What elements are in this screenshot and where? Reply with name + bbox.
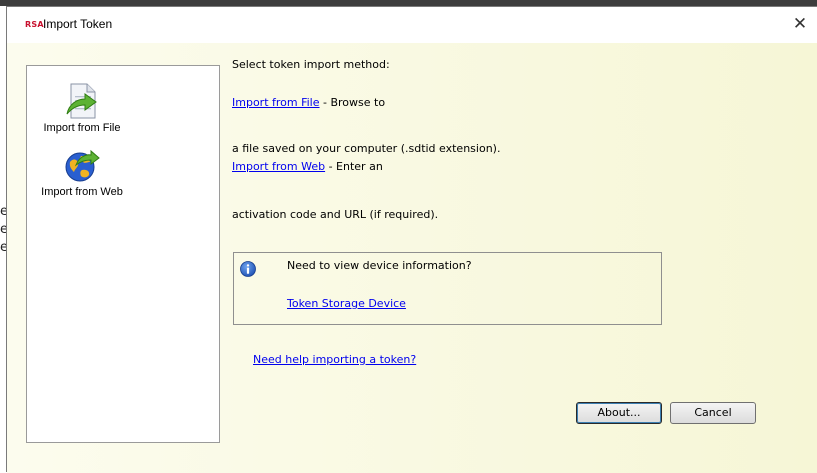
globe-arrow-icon — [65, 149, 100, 182]
token-storage-device-link[interactable]: Token Storage Device — [287, 297, 406, 310]
dialog-content: Import from File Import from Web Select … — [7, 43, 817, 473]
import-from-file-option[interactable]: Import from File — [27, 82, 137, 134]
cancel-button[interactable]: Cancel — [670, 402, 756, 424]
file-option-description: a file saved on your computer (.sdtid ex… — [232, 142, 501, 155]
document-arrow-icon — [66, 83, 97, 119]
import-from-file-link[interactable]: Import from File — [232, 96, 320, 109]
import-from-web-label: Import from Web — [41, 186, 123, 198]
device-info-box: Need to view device information? Token S… — [233, 252, 662, 325]
title-bar[interactable]: RSA Import Token ✕ — [7, 7, 817, 43]
import-from-web-link[interactable]: Import from Web — [232, 160, 325, 173]
web-option-line: Import from Web - Enter an — [232, 160, 383, 173]
import-token-dialog: RSA Import Token ✕ Import from File Impo… — [6, 6, 817, 473]
web-option-description: activation code and URL (if required). — [232, 208, 439, 221]
rsa-logo: RSA — [25, 20, 44, 29]
help-line: Need help importing a token? — [253, 353, 416, 366]
import-method-heading: Select token import method: — [232, 58, 390, 71]
info-icon — [240, 261, 256, 277]
about-button[interactable]: About... — [576, 402, 662, 424]
import-from-web-option[interactable]: Import from Web — [27, 148, 137, 198]
file-option-suffix: - Browse to — [319, 96, 386, 109]
device-info-question: Need to view device information? — [287, 259, 472, 272]
device-info-line: Token Storage Device — [287, 297, 406, 310]
file-option-line: Import from File - Browse to — [232, 96, 385, 109]
web-option-suffix: - Enter an — [325, 160, 383, 173]
import-method-panel: Import from File Import from Web — [26, 65, 220, 443]
close-button[interactable]: ✕ — [789, 13, 811, 35]
import-from-file-label: Import from File — [43, 122, 121, 134]
help-importing-link[interactable]: Need help importing a token? — [253, 353, 416, 366]
window-title: Import Token — [43, 17, 113, 31]
